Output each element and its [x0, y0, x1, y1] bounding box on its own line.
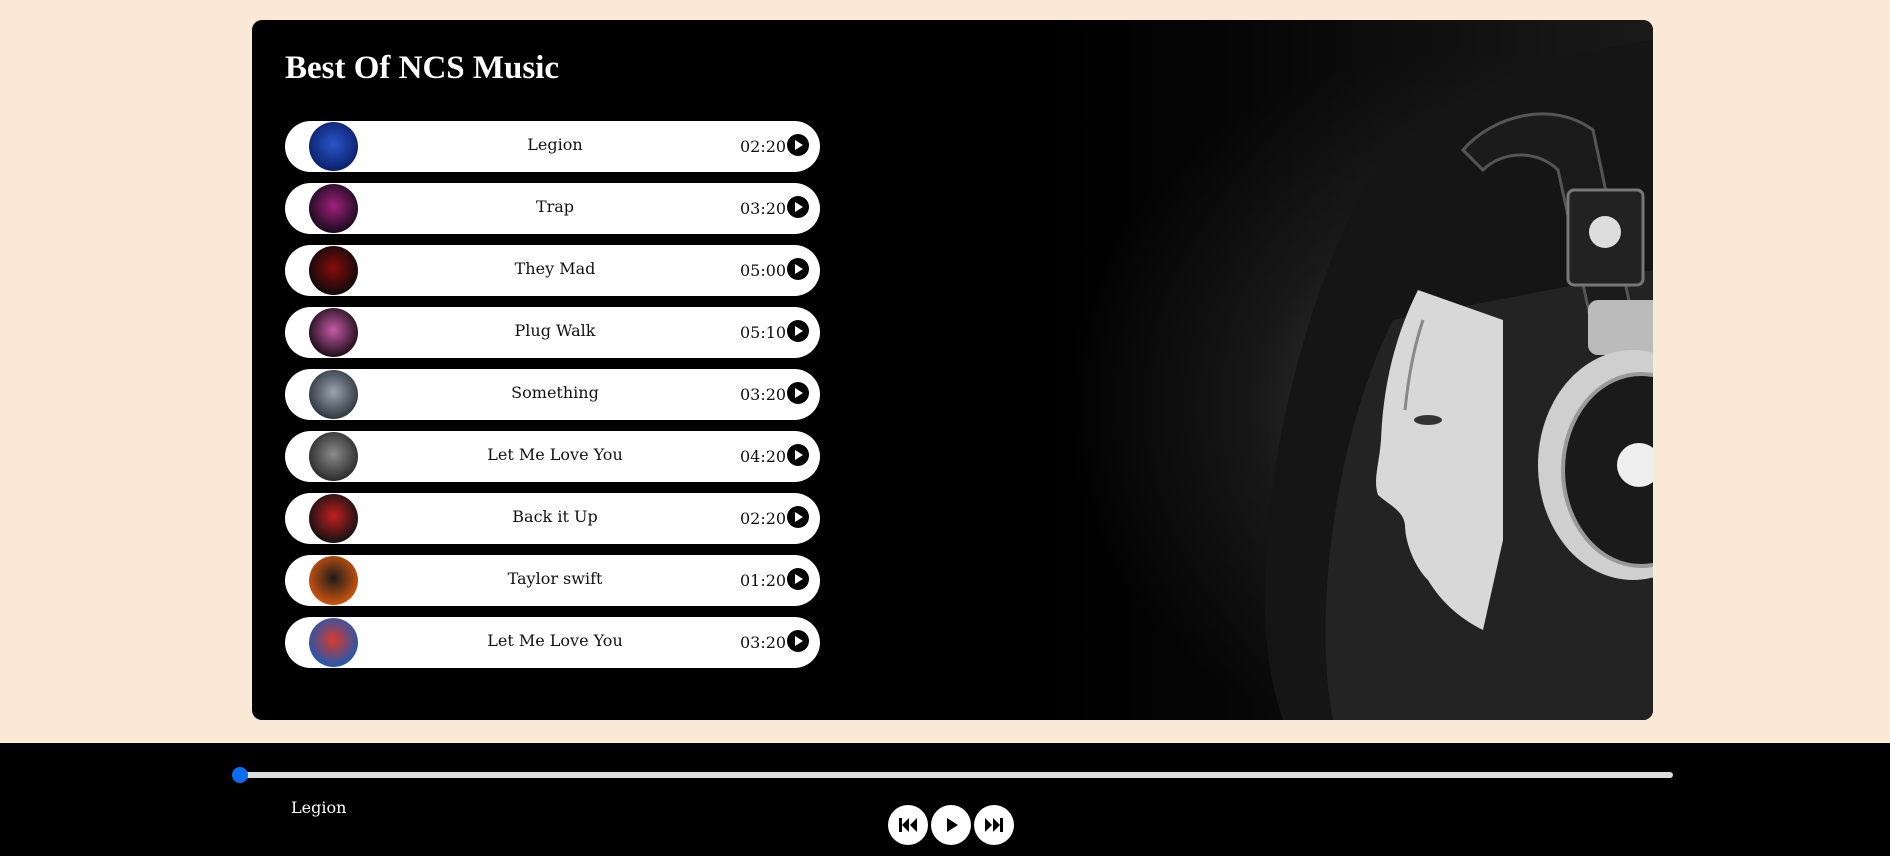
song-name: Taylor swift: [507, 569, 603, 588]
song-name: Plug Walk: [514, 321, 596, 340]
next-button[interactable]: [974, 805, 1014, 845]
album-cover: [309, 370, 358, 419]
song-duration: 05:10: [740, 323, 787, 342]
song-item[interactable]: Back it Up 02:20: [285, 493, 820, 544]
song-item[interactable]: Legion 02:20: [285, 121, 820, 172]
page-title: Best Of NCS Music: [285, 50, 560, 86]
song-duration: 02:20: [740, 137, 787, 156]
music-card: Best Of NCS Music Legion 02:20 Trap 03:2…: [252, 20, 1653, 720]
song-item[interactable]: Plug Walk 05:10: [285, 307, 820, 358]
song-item[interactable]: Taylor swift 01:20: [285, 555, 820, 606]
song-list: Legion 02:20 Trap 03:20 They Mad 05:00 P…: [285, 121, 820, 679]
album-cover: [309, 184, 358, 233]
previous-button[interactable]: [888, 805, 928, 845]
headphone-illustration: [1264, 40, 1653, 720]
progress-handle[interactable]: [232, 767, 248, 783]
play-icon[interactable]: [787, 568, 809, 590]
play-icon[interactable]: [787, 196, 809, 218]
album-cover: [309, 618, 358, 667]
song-duration: 05:00: [740, 261, 787, 280]
song-duration: 03:20: [740, 633, 787, 652]
play-icon[interactable]: [787, 444, 809, 466]
song-name: Back it Up: [512, 507, 598, 526]
song-duration: 01:20: [740, 571, 787, 590]
song-name: They Mad: [514, 259, 596, 278]
song-duration: 04:20: [740, 447, 787, 466]
song-item[interactable]: Let Me Love You 03:20: [285, 617, 820, 668]
song-item[interactable]: They Mad 05:00: [285, 245, 820, 296]
song-item[interactable]: Trap 03:20: [285, 183, 820, 234]
album-cover: [309, 308, 358, 357]
song-duration: 02:20: [740, 509, 787, 528]
song-item[interactable]: Let Me Love You 04:20: [285, 431, 820, 482]
player-controls: [888, 805, 1014, 845]
album-cover: [309, 122, 358, 171]
album-cover: [309, 494, 358, 543]
play-icon: [947, 818, 958, 832]
play-icon[interactable]: [787, 382, 809, 404]
song-name: Let Me Love You: [487, 631, 623, 650]
song-name: Trap: [535, 197, 575, 216]
song-name: Something: [511, 383, 599, 402]
current-song-name: Legion: [291, 798, 347, 817]
play-button[interactable]: [931, 805, 971, 845]
play-icon[interactable]: [787, 134, 809, 156]
song-name: Legion: [527, 135, 583, 154]
album-cover: [309, 432, 358, 481]
progress-slider[interactable]: [232, 767, 1673, 783]
song-item[interactable]: Something 03:20: [285, 369, 820, 420]
album-cover: [309, 556, 358, 605]
previous-icon: [899, 818, 917, 832]
hero-image: [1033, 20, 1653, 720]
play-icon[interactable]: [787, 258, 809, 280]
song-name: Let Me Love You: [487, 445, 623, 464]
play-icon[interactable]: [787, 630, 809, 652]
song-duration: 03:20: [740, 385, 787, 404]
next-icon: [985, 818, 1003, 832]
album-cover: [309, 246, 358, 295]
player-bar: Legion: [0, 743, 1890, 856]
song-duration: 03:20: [740, 199, 787, 218]
play-icon[interactable]: [787, 506, 809, 528]
play-icon[interactable]: [787, 320, 809, 342]
